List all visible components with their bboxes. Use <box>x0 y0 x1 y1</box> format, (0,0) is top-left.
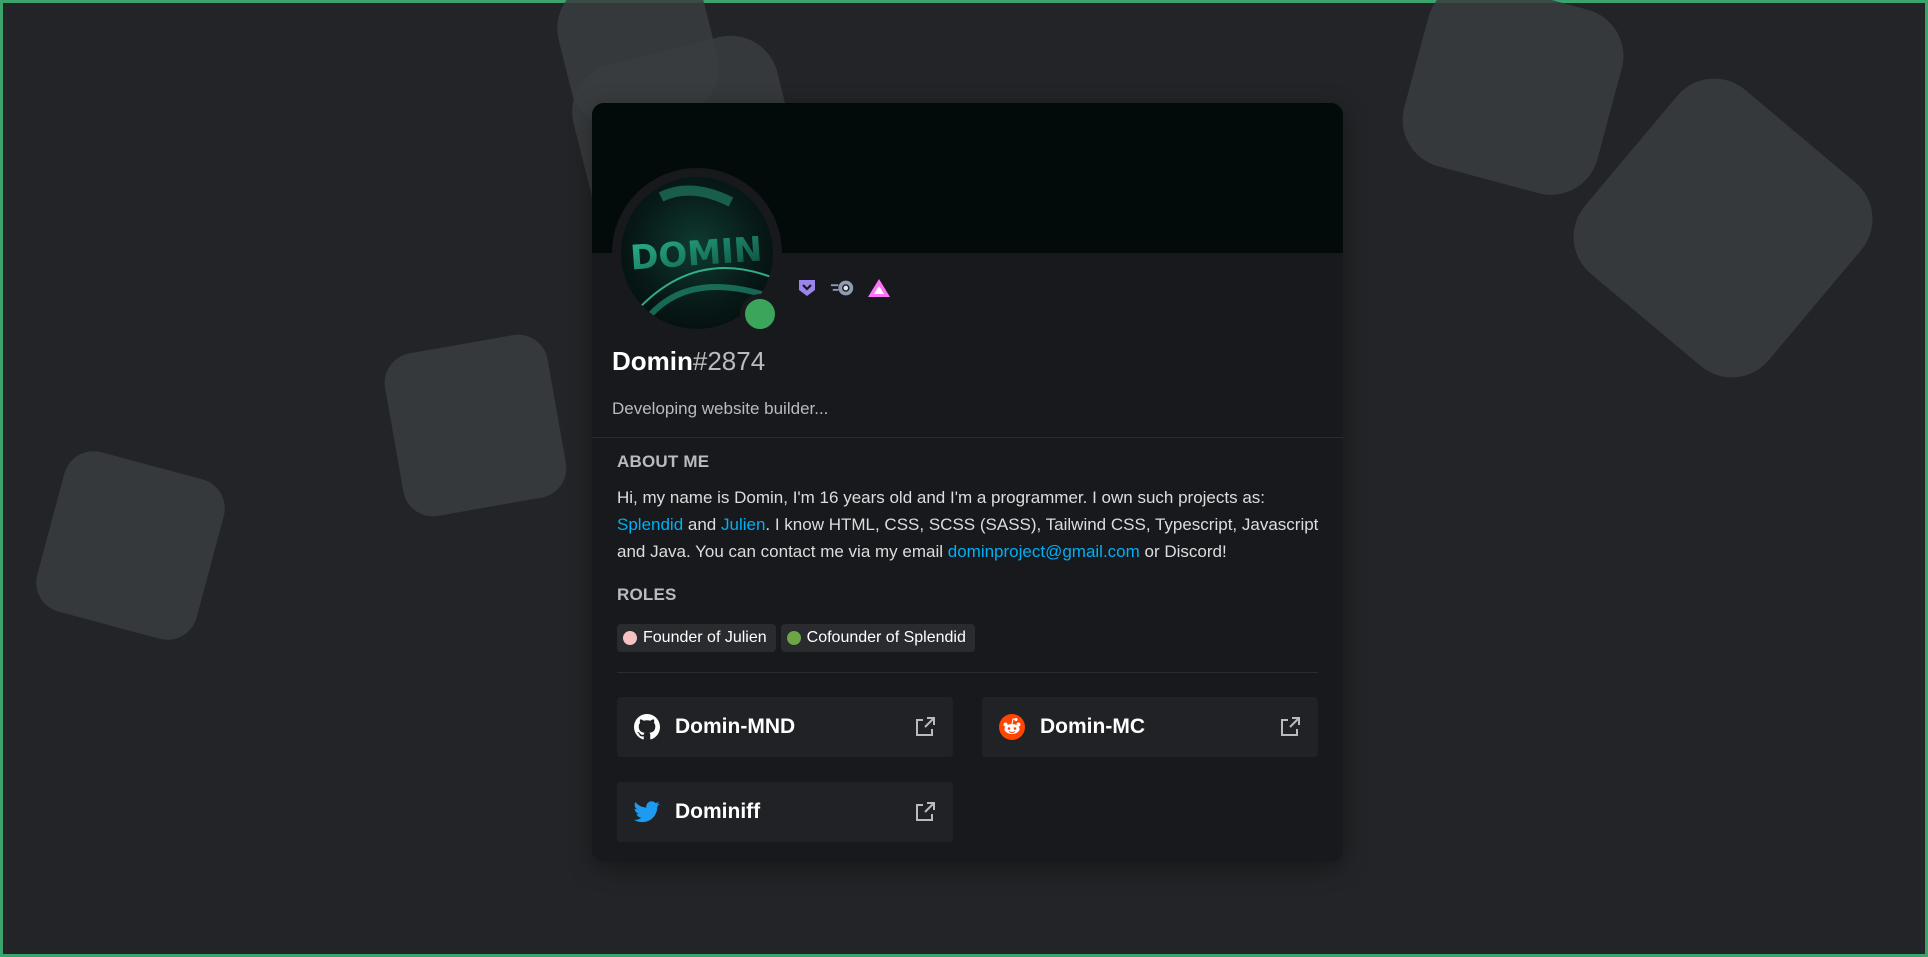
github-icon <box>633 713 661 741</box>
early-supporter-icon[interactable] <box>866 275 892 301</box>
role-pill[interactable]: Founder of Julien <box>617 624 776 652</box>
profile-card: DOMIN Domin#2874 Developing website buil… <box>592 103 1343 862</box>
about-text-part: Hi, my name is Domin, I'm 16 years old a… <box>617 488 1266 507</box>
connection-name: Domin-MND <box>675 715 796 738</box>
role-color-dot <box>623 631 637 645</box>
connection-reddit[interactable]: Domin-MC <box>982 697 1318 757</box>
external-link-icon[interactable] <box>913 800 937 824</box>
role-label: Founder of Julien <box>643 629 767 646</box>
background-shape <box>379 329 572 522</box>
background-shape <box>1391 0 1635 206</box>
background-shape <box>29 444 232 647</box>
profile-name: Domin#2874 <box>612 346 765 377</box>
username: Domin <box>612 346 693 376</box>
custom-status: Developing website builder... <box>612 399 829 418</box>
connection-github[interactable]: Domin-MND <box>617 697 953 757</box>
hypesquad-balance-icon[interactable] <box>794 275 820 301</box>
external-link-icon[interactable] <box>1278 715 1302 739</box>
divider <box>617 672 1318 673</box>
julien-link[interactable]: Julien <box>721 515 765 534</box>
connection-twitter[interactable]: Dominiff <box>617 782 953 842</box>
role-color-dot <box>786 631 801 645</box>
badge-list <box>794 275 892 301</box>
online-status-indicator <box>740 294 780 334</box>
discriminator: #2874 <box>692 346 766 376</box>
email-link[interactable]: dominproject@gmail.com <box>948 542 1140 561</box>
role-list: Founder of Julien Cofounder of Splendid <box>617 624 975 652</box>
twitter-icon <box>633 798 661 826</box>
external-link-icon[interactable] <box>913 715 937 739</box>
connection-name: Domin-MC <box>1040 715 1145 738</box>
nitro-boost-icon[interactable] <box>830 275 856 301</box>
role-label: Cofounder of Splendid <box>806 629 966 646</box>
role-pill[interactable]: Cofounder of Splendid <box>780 624 975 652</box>
reddit-icon <box>998 713 1026 741</box>
about-text-part: or Discord! <box>1139 542 1227 561</box>
about-text-part: and <box>683 515 721 534</box>
divider <box>592 437 1343 438</box>
connection-name: Dominiff <box>675 800 761 823</box>
splendid-link[interactable]: Splendid <box>617 515 683 534</box>
svg-text:DOMIN: DOMIN <box>629 229 764 278</box>
roles-heading: ROLES <box>617 585 677 604</box>
about-me-text: Hi, my name is Domin, I'm 16 years old a… <box>617 484 1323 565</box>
about-me-heading: ABOUT ME <box>617 452 710 471</box>
avatar-frame: DOMIN <box>612 168 782 338</box>
